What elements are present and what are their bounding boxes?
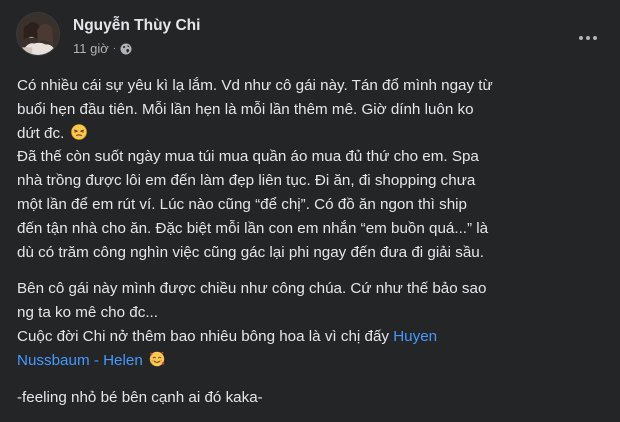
text-fragment: dứt đc. [17,124,65,142]
author-avatar[interactable] [16,12,60,56]
text-line: ng ta ko mê cho đc... [17,304,158,322]
persevering-face-emoji [70,123,87,140]
more-dot [578,36,583,40]
avatar-photo [17,13,59,55]
smiling-face-with-hearts-emoji [149,351,165,366]
author-name[interactable]: Nguyễn Thùy Chi [73,17,200,35]
mention-link[interactable]: Nussbaum - Helen [17,352,143,369]
text-line: Bên cô gái này mình được chiều như công … [17,280,487,298]
more-dot [586,36,590,40]
text-fragment: Cuộc đời Chi nở thêm bao nhiêu bông hoa … [17,327,394,345]
facebook-post: Nguyễn Thùy Chi 11 giờ · Có nhiều cái sự… [0,0,620,422]
text-line: một lần để em rút ví. Lúc nào cũng “để c… [17,195,467,213]
text-line: Có nhiều cái sự yêu kì lạ lắm. Vd như cô… [17,77,493,94]
text-line-with-mention: Nussbaum - Helen [17,349,607,373]
text-line: buổi hẹn đầu tiên. Mỗi lần hẹn là mỗi lầ… [17,100,474,118]
text-line: dù có trăm công nghìn việc cũng gác lại … [17,243,484,261]
more-dot [593,36,598,40]
post-timestamp[interactable]: 11 giờ [73,41,109,56]
more-options-icon[interactable] [570,26,606,50]
text-line-with-emoji: dứt đc. [17,122,607,146]
meta-separator: · [112,42,117,54]
post-body: Có nhiều cái sự yêu kì lạ lắm. Vd như cô… [17,74,607,409]
globe-icon[interactable] [120,43,132,55]
text-line: Đã thế còn suốt ngày mua túi mua quần áo… [17,148,479,166]
mention-link[interactable]: Huyen [393,328,437,345]
text-line: -feeling nhỏ bé bên cạnh ai đó kaka- [17,388,263,406]
post-paragraph-3: -feeling nhỏ bé bên cạnh ai đó kaka- [17,386,607,410]
text-line: nhà trồng được lôi em đến làm đẹp liên t… [17,172,476,190]
post-meta: 11 giờ · [73,41,132,56]
post-paragraph-1: Có nhiều cái sự yêu kì lạ lắm. Vd như cô… [17,74,607,264]
text-line: đến tận nhà cho ăn. Đặc biệt mỗi lần con… [17,219,489,237]
post-header: Nguyễn Thùy Chi 11 giờ · [16,12,606,60]
post-paragraph-2: Bên cô gái này mình được chiều như công … [17,277,607,372]
text-line-with-mention: Cuộc đời Chi nở thêm bao nhiêu bông hoa … [17,325,607,349]
